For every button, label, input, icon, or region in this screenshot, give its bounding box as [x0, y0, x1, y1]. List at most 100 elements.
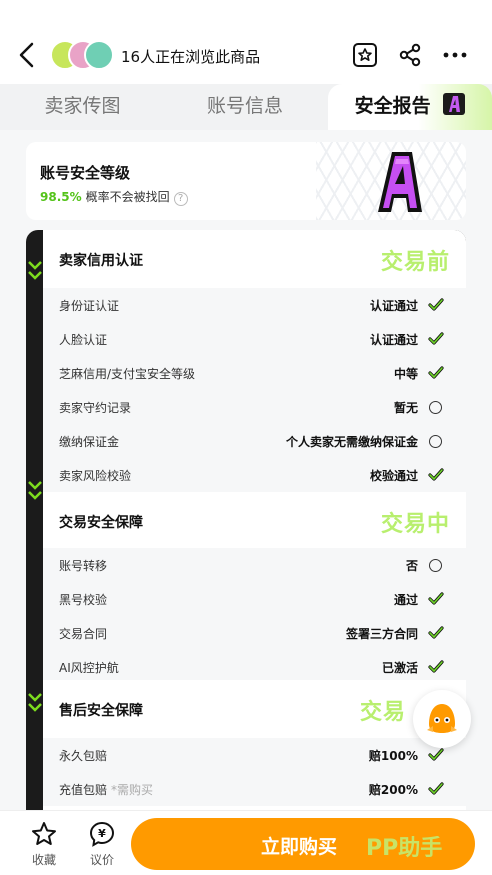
row-value: 中等: [393, 367, 418, 381]
chevron-down-icon: [28, 693, 42, 712]
row-note: *需购买: [111, 783, 154, 797]
empty-circle-icon: [429, 401, 442, 414]
grade-a-large-icon: [378, 152, 422, 212]
check-icon: [428, 592, 444, 605]
share-icon[interactable]: [395, 40, 425, 70]
list-item: 芝麻信用/支付宝安全等级 中等: [43, 356, 466, 390]
list-item: 充值包赔 *需购买 赔200%: [43, 772, 466, 806]
tab-bar: 卖家传图 账号信息 安全报告: [0, 84, 492, 130]
check-icon: [428, 332, 444, 345]
section-stage-stamp: 交易前: [380, 250, 450, 275]
tab-label: 账号信息: [206, 95, 283, 117]
report-sections: 卖家信用认证 交易前 身份证认证 认证通过 人脸认证 认证通过 芝麻信用/支付宝…: [43, 230, 466, 810]
check-icon: [428, 366, 444, 379]
check-icon: [428, 748, 444, 761]
bottom-action-bar: 收藏 ¥ 议价 立即购买 PP助手: [0, 810, 492, 875]
row-value: 已激活: [381, 661, 418, 675]
top-bar: 16人正在浏览此商品: [0, 0, 492, 84]
list-item: 身份证认证 认证通过: [43, 288, 466, 322]
row-label: 缴纳保证金: [59, 435, 120, 449]
security-level-card: 账号安全等级 98.5% 概率不会被找回?: [26, 142, 466, 220]
security-desc-text: 概率不会被找回: [85, 190, 170, 204]
list-item: 卖家风险校验 校验通过: [43, 458, 466, 492]
row-label: 芝麻信用/支付宝安全等级: [59, 367, 196, 381]
section-header-seller-credit: 卖家信用认证 交易前: [43, 230, 466, 288]
row-value: 校验通过: [369, 469, 418, 483]
section-header-after-sales: 售后安全保障 交易: [43, 680, 466, 738]
check-icon: [428, 468, 444, 481]
viewer-count-text: 16人正在浏览此商品: [121, 48, 261, 66]
check-icon: [428, 298, 444, 311]
row-label: AI风控护航: [59, 661, 119, 675]
section-title: 售后安全保障: [59, 703, 143, 719]
assistant-float-button[interactable]: [413, 690, 471, 748]
security-level-title: 账号安全等级: [40, 164, 131, 182]
row-value: 个人卖家无需缴纳保证金: [285, 435, 418, 449]
assistant-mascot-icon: [427, 704, 457, 733]
watermark-text: PP助手: [366, 836, 443, 861]
row-value: 否: [405, 559, 418, 573]
tab-label: 卖家传图: [44, 95, 121, 117]
security-percent: 98.5%: [40, 190, 82, 204]
favorite-button[interactable]: 收藏: [22, 821, 66, 868]
row-value: 赔200%: [368, 783, 418, 797]
tab-security-report[interactable]: 安全报告: [328, 84, 492, 130]
chevron-down-icon: [28, 261, 42, 280]
row-label: 卖家风险校验: [59, 469, 132, 483]
check-icon: [428, 626, 444, 639]
buy-now-button[interactable]: 立即购买 PP助手: [131, 818, 475, 870]
negotiate-button[interactable]: ¥ 议价: [80, 821, 124, 868]
list-item: 人脸认证 认证通过: [43, 322, 466, 356]
favorite-label: 收藏: [31, 853, 56, 867]
list-item: 交易合同 签署三方合同: [43, 616, 466, 650]
favorite-star-icon[interactable]: [350, 40, 380, 70]
row-label: 交易合同: [59, 627, 108, 641]
star-outline-icon: [32, 822, 56, 845]
grade-a-badge-icon: [443, 93, 466, 115]
row-label-text: 充值包赔: [59, 783, 108, 797]
security-report-panel: 卖家信用认证 交易前 身份证认证 认证通过 人脸认证 认证通过 芝麻信用/支付宝…: [26, 230, 466, 810]
check-icon: [428, 782, 444, 795]
row-label: 卖家守约记录: [59, 401, 132, 415]
row-value: 签署三方合同: [345, 627, 418, 641]
tab-account-info[interactable]: 账号信息: [165, 84, 325, 130]
buy-now-label: 立即购买: [261, 836, 338, 858]
negotiate-label: 议价: [89, 853, 114, 867]
row-label: 人脸认证: [59, 333, 108, 347]
svg-text:¥: ¥: [98, 827, 106, 840]
list-item: 卖家守约记录 暂无: [43, 390, 466, 424]
yuan-chat-icon: ¥: [89, 821, 115, 847]
list-item: 永久包赔 赔100%: [43, 738, 466, 772]
more-options-icon[interactable]: [440, 40, 470, 70]
row-label: 账号转移: [59, 559, 108, 573]
section-header-trade-security: 交易安全保障 交易中: [43, 492, 466, 550]
row-value: 认证通过: [369, 299, 418, 313]
section-stage-stamp: 交易: [359, 700, 406, 725]
row-value: 赔100%: [368, 749, 418, 763]
empty-circle-icon: [429, 559, 442, 572]
row-label: 身份证认证: [59, 299, 120, 313]
check-icon: [428, 660, 444, 673]
viewer-avatars: [50, 40, 114, 70]
section-title: 交易安全保障: [59, 515, 143, 531]
row-label: 充值包赔 *需购买: [59, 781, 153, 798]
section-stage-stamp: 交易中: [380, 512, 450, 537]
row-value: 通过: [393, 593, 418, 607]
row-label: 永久包赔: [59, 749, 108, 763]
chevron-down-icon: [28, 481, 42, 500]
row-label: 黑号校验: [59, 593, 108, 607]
row-value: 暂无: [393, 401, 418, 415]
section-title: 卖家信用认证: [59, 253, 143, 269]
security-level-desc: 98.5% 概率不会被找回?: [40, 188, 188, 206]
avatar: [84, 40, 114, 70]
list-item: 黑号校验 通过: [43, 582, 466, 616]
list-item: 缴纳保证金 个人卖家无需缴纳保证金: [43, 424, 466, 458]
list-item: AI风控护航 已激活: [43, 650, 466, 684]
empty-circle-icon: [429, 435, 442, 448]
row-value: 认证通过: [369, 333, 418, 347]
help-question-icon[interactable]: ?: [173, 192, 188, 206]
list-item: 账号转移 否: [43, 548, 466, 582]
tab-seller-images[interactable]: 卖家传图: [0, 84, 165, 130]
tab-label: 安全报告: [354, 95, 431, 117]
back-arrow-icon[interactable]: [14, 40, 40, 70]
